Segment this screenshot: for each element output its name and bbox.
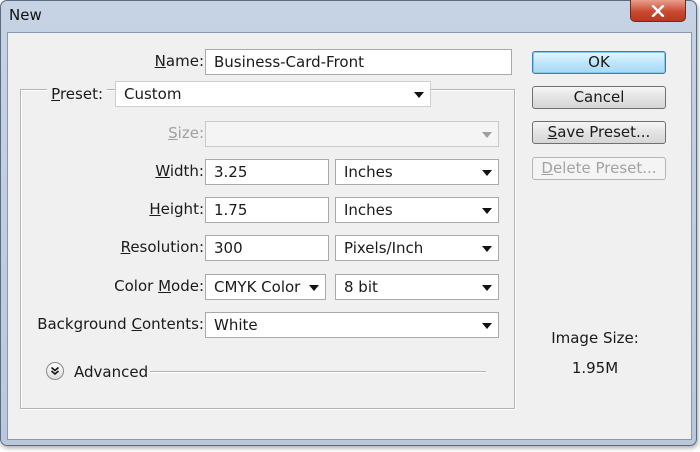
width-field[interactable]: 3.25 [205,159,329,185]
color-mode-value: CMYK Color [214,278,301,296]
background-contents-label: Background Contents: [37,315,204,333]
width-unit-value: Inches [344,163,393,181]
cancel-button[interactable]: Cancel [532,86,666,109]
width-unit-dropdown[interactable]: Inches [335,159,499,185]
dialog-body: Name: Business-Card-Front Preset: Custom… [7,32,692,440]
image-size-value: 1.95M [571,359,619,377]
resolution-unit-dropdown[interactable]: Pixels/Inch [335,235,499,261]
background-contents-dropdown[interactable]: White [205,312,499,338]
chevron-down-icon [482,170,492,176]
width-label: Width: [155,162,204,180]
height-label: Height: [149,200,204,218]
title-bar[interactable]: New [1,0,696,31]
height-unit-value: Inches [344,201,393,219]
preset-label: Preset: [47,85,107,103]
save-preset-button[interactable]: Save Preset... [532,121,666,144]
resolution-label: Resolution: [120,238,204,256]
image-size-label: Image Size: [551,329,639,347]
window-title: New [9,6,42,24]
height-unit-dropdown[interactable]: Inches [335,197,499,223]
bit-depth-value: 8 bit [344,278,378,296]
preset-value: Custom [124,85,182,103]
preset-dropdown[interactable]: Custom [115,81,431,107]
chevron-down-icon [309,285,319,291]
size-dropdown[interactable] [205,121,499,147]
advanced-label[interactable]: Advanced [74,363,148,381]
advanced-toggle-button[interactable] [46,362,64,380]
delete-preset-button[interactable]: Delete Preset... [532,157,666,180]
double-chevron-down-icon [50,366,60,376]
name-label: Name: [154,52,204,70]
size-label: Size: [168,124,204,142]
color-mode-dropdown[interactable]: CMYK Color [205,274,326,300]
height-field[interactable]: 1.75 [205,197,329,223]
chevron-down-icon [482,285,492,291]
chevron-down-icon [482,323,492,329]
chevron-down-icon [414,92,424,98]
color-mode-label: Color Mode: [114,277,204,295]
chevron-down-icon [482,246,492,252]
background-contents-value: White [214,316,258,334]
chevron-down-icon [482,132,492,138]
resolution-unit-value: Pixels/Inch [344,239,424,257]
bit-depth-dropdown[interactable]: 8 bit [335,274,499,300]
new-document-dialog: New Name: Business-Card-Front Preset: Cu… [0,0,697,446]
chevron-down-icon [482,208,492,214]
advanced-divider [150,371,486,373]
resolution-field[interactable]: 300 [205,235,329,261]
name-field[interactable]: Business-Card-Front [205,49,512,75]
close-icon [651,4,665,17]
close-button[interactable] [630,0,686,22]
ok-button[interactable]: OK [532,51,666,74]
